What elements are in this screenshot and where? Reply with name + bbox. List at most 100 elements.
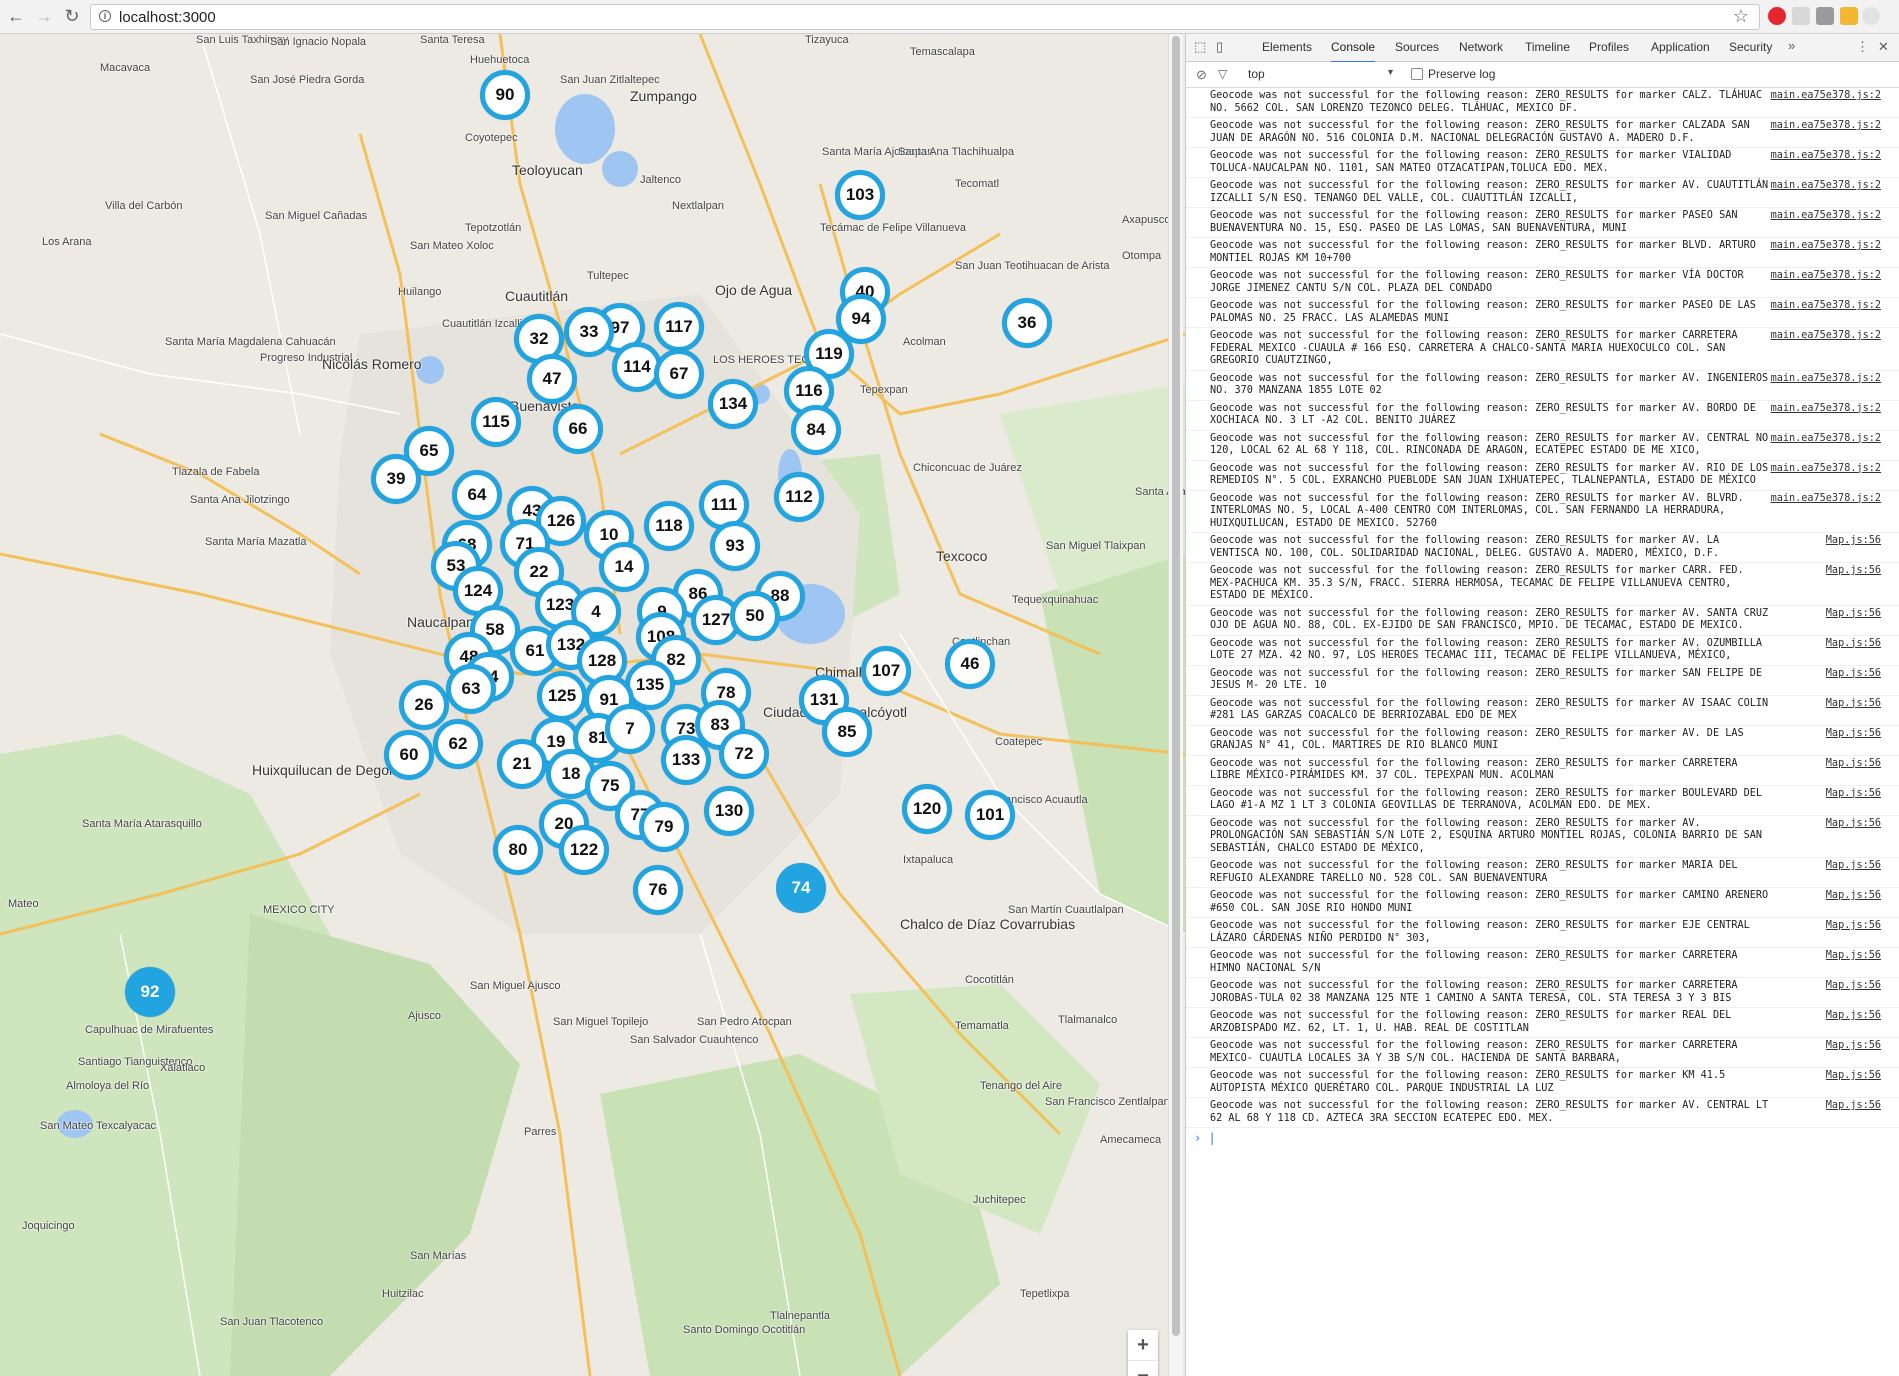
bookmark-star-icon[interactable]: ☆ [1733, 6, 1749, 27]
log-source-link[interactable]: Map.js:56 [1826, 1040, 1881, 1053]
log-source-link[interactable]: Map.js:56 [1826, 950, 1881, 963]
cluster-marker[interactable]: 76 [633, 865, 683, 915]
log-source-link[interactable]: Map.js:56 [1826, 565, 1881, 578]
tab-security[interactable]: Security [1729, 34, 1772, 61]
cluster-marker[interactable]: 117 [654, 302, 704, 352]
clear-console-icon[interactable]: ⊘ [1196, 67, 1207, 83]
log-source-link[interactable]: Map.js:56 [1826, 698, 1881, 711]
tab-timeline[interactable]: Timeline [1525, 34, 1570, 61]
cluster-marker[interactable]: 133 [661, 735, 711, 785]
log-source-link[interactable]: Map.js:56 [1826, 758, 1881, 771]
cluster-marker[interactable]: 26 [399, 680, 449, 730]
cluster-marker[interactable]: 101 [965, 790, 1015, 840]
tab-elements[interactable]: Elements [1262, 34, 1312, 61]
cluster-marker[interactable]: 93 [710, 521, 760, 571]
tab-profiles[interactable]: Profiles [1589, 34, 1629, 61]
opera-extension-icon[interactable] [1768, 7, 1786, 25]
zoom-out-button[interactable]: − [1128, 1361, 1158, 1376]
filter-icon[interactable]: ▽ [1218, 67, 1227, 81]
forward-icon[interactable]: → [34, 6, 54, 26]
inspect-icon[interactable]: ⬚ [1194, 39, 1206, 55]
profile-extension-icon[interactable] [1862, 7, 1880, 25]
extension-icon[interactable] [1792, 7, 1810, 25]
tab-sources[interactable]: Sources [1395, 34, 1439, 61]
log-source-link[interactable]: main.ea75e378.js:2 [1771, 330, 1881, 343]
cluster-marker[interactable]: 107 [861, 646, 911, 696]
log-source-link[interactable]: main.ea75e378.js:2 [1771, 240, 1881, 253]
cluster-marker[interactable]: 14 [599, 542, 649, 592]
cluster-marker[interactable]: 118 [644, 501, 694, 551]
cluster-marker[interactable]: 46 [945, 639, 995, 689]
log-source-link[interactable]: main.ea75e378.js:2 [1771, 373, 1881, 386]
device-toggle-icon[interactable]: ▯ [1216, 39, 1223, 55]
cluster-marker[interactable]: 112 [774, 472, 824, 522]
log-source-link[interactable]: Map.js:56 [1826, 1070, 1881, 1083]
log-source-link[interactable]: main.ea75e378.js:2 [1771, 210, 1881, 223]
log-source-link[interactable]: main.ea75e378.js:2 [1771, 270, 1881, 283]
cluster-marker[interactable]: 67 [654, 349, 704, 399]
page-scrollbar[interactable] [1168, 34, 1183, 1376]
cluster-marker[interactable]: 47 [527, 354, 577, 404]
cluster-marker[interactable]: 85 [822, 707, 872, 757]
tab-application[interactable]: Application [1651, 34, 1710, 61]
log-source-link[interactable]: main.ea75e378.js:2 [1771, 180, 1881, 193]
cluster-marker[interactable]: 92 [125, 967, 175, 1017]
log-source-link[interactable]: main.ea75e378.js:2 [1771, 493, 1881, 506]
cluster-marker[interactable]: 72 [719, 729, 769, 779]
log-source-link[interactable]: main.ea75e378.js:2 [1771, 90, 1881, 103]
log-source-link[interactable]: Map.js:56 [1826, 668, 1881, 681]
cluster-marker[interactable]: 115 [471, 397, 521, 447]
scrollbar-thumb[interactable] [1172, 36, 1180, 1336]
cluster-marker[interactable]: 103 [835, 170, 885, 220]
map[interactable]: Santa Teresa San Luis Taxhimay San Ignac… [0, 34, 1185, 1376]
more-tabs-icon[interactable]: » [1788, 38, 1795, 53]
cluster-marker[interactable]: 63 [446, 664, 496, 714]
log-source-link[interactable]: main.ea75e378.js:2 [1771, 150, 1881, 163]
tab-network[interactable]: Network [1459, 34, 1503, 61]
cluster-marker[interactable]: 134 [708, 379, 758, 429]
flag-extension-icon[interactable] [1840, 7, 1858, 25]
log-source-link[interactable]: Map.js:56 [1826, 728, 1881, 741]
cluster-marker[interactable]: 74 [776, 863, 826, 913]
info-icon[interactable]: i [99, 10, 111, 22]
cluster-marker[interactable]: 80 [493, 825, 543, 875]
devtools-menu-icon[interactable]: ⋮ [1856, 39, 1869, 55]
camera-extension-icon[interactable] [1816, 7, 1834, 25]
chevron-down-icon[interactable]: ▼ [1386, 67, 1395, 77]
log-source-link[interactable]: Map.js:56 [1826, 608, 1881, 621]
log-source-link[interactable]: Map.js:56 [1826, 638, 1881, 651]
log-source-link[interactable]: Map.js:56 [1826, 535, 1881, 548]
cluster-marker[interactable]: 64 [452, 470, 502, 520]
log-source-link[interactable]: Map.js:56 [1826, 920, 1881, 933]
log-source-link[interactable]: main.ea75e378.js:2 [1771, 403, 1881, 416]
cluster-marker[interactable]: 7 [605, 704, 655, 754]
log-source-link[interactable]: main.ea75e378.js:2 [1771, 300, 1881, 313]
cluster-marker[interactable]: 84 [791, 405, 841, 455]
log-source-link[interactable]: main.ea75e378.js:2 [1771, 433, 1881, 446]
zoom-in-button[interactable]: + [1128, 1330, 1158, 1361]
log-source-link[interactable]: Map.js:56 [1826, 1100, 1881, 1113]
log-source-link[interactable]: main.ea75e378.js:2 [1771, 120, 1881, 133]
cluster-marker[interactable]: 39 [371, 454, 421, 504]
address-bar[interactable]: i localhost:3000 ☆ [90, 4, 1760, 30]
cluster-marker[interactable]: 120 [902, 784, 952, 834]
tab-console[interactable]: Console [1331, 34, 1376, 63]
cluster-marker[interactable]: 33 [564, 307, 614, 357]
cluster-marker[interactable]: 62 [433, 719, 483, 769]
log-source-link[interactable]: Map.js:56 [1826, 788, 1881, 801]
reload-icon[interactable]: ↻ [62, 6, 82, 26]
cluster-marker[interactable]: 130 [704, 786, 754, 836]
cluster-marker[interactable]: 125 [537, 671, 587, 721]
cluster-marker[interactable]: 90 [480, 70, 530, 120]
console-prompt[interactable]: › | [1186, 1128, 1899, 1148]
cluster-marker[interactable]: 79 [639, 802, 689, 852]
preserve-log-checkbox[interactable] [1411, 68, 1423, 80]
close-icon[interactable]: ✕ [1878, 39, 1889, 55]
cluster-marker[interactable]: 36 [1002, 298, 1052, 348]
log-source-link[interactable]: Map.js:56 [1826, 1010, 1881, 1023]
back-icon[interactable]: ← [6, 6, 26, 26]
cluster-marker[interactable]: 122 [559, 825, 609, 875]
log-source-link[interactable]: Map.js:56 [1826, 860, 1881, 873]
log-source-link[interactable]: Map.js:56 [1826, 980, 1881, 993]
context-select[interactable]: top [1248, 67, 1265, 81]
